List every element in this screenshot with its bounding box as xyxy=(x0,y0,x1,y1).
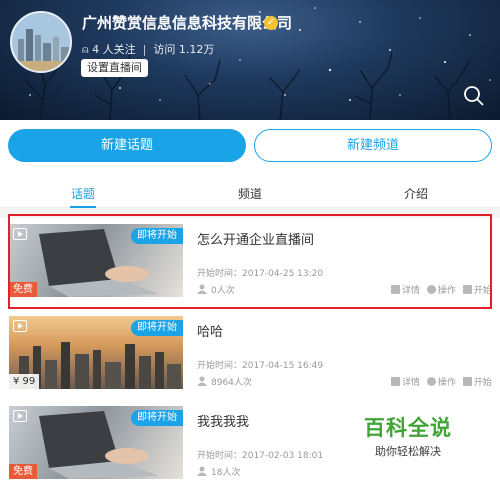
topic-thumbnail[interactable]: 即将开始 免费 xyxy=(9,406,183,479)
topic-start-time: 开始时间：2017-02-03 18:01 xyxy=(197,451,324,461)
price-tag: 免费 xyxy=(9,464,37,479)
status-badge: 即将开始 xyxy=(131,320,183,336)
channel-name: 广州赞赏信息信息科技有限公司 xyxy=(82,14,293,32)
topic-viewers: 8964人次 xyxy=(197,375,252,388)
tab-bar: 话题 频道 介绍 xyxy=(0,176,500,208)
user-icon xyxy=(197,466,207,476)
watermark-title: 百科全说 xyxy=(364,416,452,440)
visit-count: 访问 1.12万 xyxy=(153,43,215,56)
details-label: 详情 xyxy=(402,378,421,388)
channel-settings-button[interactable]: 设置直播间 xyxy=(81,59,148,77)
search-icon[interactable] xyxy=(463,85,485,107)
start-icon xyxy=(462,377,472,386)
video-icon xyxy=(13,410,27,422)
topic-viewers: 18人次 xyxy=(197,465,240,478)
status-badge: 即将开始 xyxy=(131,410,183,426)
new-topic-button[interactable]: 新建话题 xyxy=(8,129,246,162)
details-action[interactable]: 详情 xyxy=(391,375,420,388)
topic-thumbnail[interactable]: 即将开始 ¥ 99 xyxy=(9,316,183,389)
viewer-count: 8964人次 xyxy=(211,378,252,388)
channel-stats: ⍝ 4 人关注 | 访问 1.12万 xyxy=(82,41,214,57)
user-icon xyxy=(197,376,207,386)
topic-title[interactable]: 我我我我 xyxy=(197,411,249,430)
channel-avatar[interactable] xyxy=(10,11,72,73)
topic-actions: 详情 操作 开始 xyxy=(391,375,496,388)
channel-header: 广州赞赏信息信息科技有限公司 ✓ ⍝ 4 人关注 | 访问 1.12万 设置直播间 xyxy=(0,0,500,120)
verified-icon: ✓ xyxy=(264,16,278,30)
followers-count: 4 人关注 xyxy=(92,43,136,56)
start-label: 开始 xyxy=(473,378,492,388)
new-channel-button[interactable]: 新建频道 xyxy=(254,129,492,162)
tab-intro[interactable]: 介绍 xyxy=(404,185,428,202)
topic-title[interactable]: 哈哈 xyxy=(197,321,223,340)
watermark-subtitle: 助你轻松解决 xyxy=(375,445,441,458)
operate-action[interactable]: 操作 xyxy=(426,375,456,388)
followers-icon: ⍝ xyxy=(82,43,89,56)
watermark: 百科全说 助你轻松解决 xyxy=(364,412,452,459)
stats-divider: | xyxy=(142,43,147,56)
viewer-count: 18人次 xyxy=(211,468,241,478)
price-tag: ¥ 99 xyxy=(9,374,40,389)
topic-start-time: 开始时间：2017-04-15 16:49 xyxy=(197,361,324,371)
video-icon xyxy=(13,320,27,332)
tab-topics[interactable]: 话题 xyxy=(71,185,95,202)
details-icon xyxy=(391,377,400,386)
highlight-frame xyxy=(8,214,492,309)
operate-label: 操作 xyxy=(437,378,456,388)
tab-channels[interactable]: 频道 xyxy=(238,185,262,202)
operate-icon xyxy=(426,377,436,386)
start-action[interactable]: 开始 xyxy=(462,375,492,388)
topic-list-item[interactable]: 即将开始 ¥ 99 哈哈 开始时间：2017-04-15 16:49 8964人… xyxy=(0,316,500,406)
